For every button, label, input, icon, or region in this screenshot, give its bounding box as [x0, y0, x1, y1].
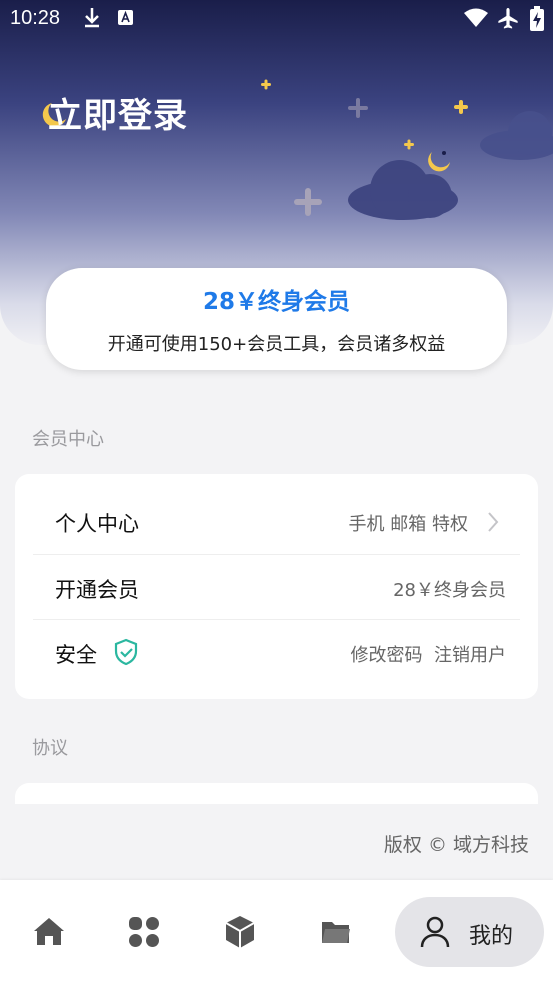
battery-charging-icon — [530, 6, 544, 31]
chevron-right-icon — [488, 512, 499, 532]
bottom-tab-bar: 我的 — [0, 880, 553, 984]
login-button[interactable]: 立即登录 — [48, 88, 188, 137]
apps-grid-icon[interactable] — [124, 912, 164, 952]
section-label-agreement: 协议 — [32, 738, 68, 759]
home-icon[interactable] — [29, 912, 69, 952]
membership-title: 28￥终身会员 — [202, 289, 350, 315]
wifi-icon — [464, 8, 488, 27]
row-title: 安全 — [55, 643, 97, 667]
row-security: 安全 修改密码 注销用户 — [15, 620, 538, 684]
status-bar: 10:28 — [0, 0, 553, 38]
user-icon — [420, 916, 450, 948]
row-open-membership[interactable]: 开通会员 28￥终身会员 — [15, 555, 538, 619]
membership-description: 开通可使用150+会员工具，会员诸多权益 — [107, 334, 446, 355]
shield-check-icon — [114, 638, 138, 666]
cube-icon[interactable] — [220, 912, 260, 952]
row-value: 手机 邮箱 特权 — [348, 514, 468, 535]
membership-card[interactable]: 28￥终身会员 开通可使用150+会员工具，会员诸多权益 — [46, 268, 507, 370]
app-notification-icon — [118, 10, 133, 25]
section-label-member-center: 会员中心 — [32, 429, 104, 450]
row-title: 个人中心 — [55, 512, 139, 536]
row-value: 28￥终身会员 — [393, 580, 506, 601]
member-center-panel: 个人中心 手机 邮箱 特权 开通会员 28￥终身会员 安全 修改密码 注销用户 — [15, 474, 538, 699]
row-personal-center[interactable]: 个人中心 手机 邮箱 特权 — [15, 489, 538, 553]
download-icon — [85, 8, 99, 28]
cloud-icon — [480, 111, 553, 160]
security-actions[interactable]: 修改密码 注销用户 — [351, 641, 506, 667]
tab-mine[interactable]: 我的 — [395, 897, 544, 967]
status-time: 10:28 — [10, 7, 61, 29]
moon-icon — [428, 152, 450, 172]
row-title: 开通会员 — [55, 578, 139, 602]
airplane-mode-icon — [498, 8, 518, 29]
tab-mine-label: 我的 — [469, 924, 514, 949]
copyright-text: 版权 © 域方科技 — [383, 834, 529, 856]
agreement-panel — [15, 783, 538, 804]
folder-icon[interactable] — [316, 912, 356, 952]
